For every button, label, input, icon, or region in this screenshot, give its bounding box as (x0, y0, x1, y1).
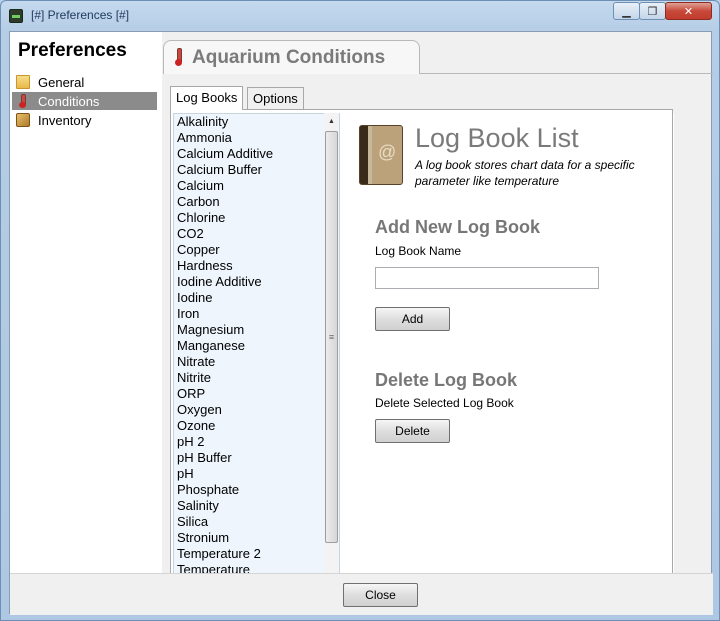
list-item[interactable]: Chlorine (174, 210, 339, 226)
section-header: Aquarium Conditions (163, 40, 420, 74)
delete-button[interactable]: Delete (375, 419, 450, 443)
sidebar-item-general[interactable]: General (12, 73, 157, 91)
list-item[interactable]: Calcium Buffer (174, 162, 339, 178)
list-item[interactable]: Calcium Additive (174, 146, 339, 162)
list-item[interactable]: Salinity (174, 498, 339, 514)
list-item[interactable]: Manganese (174, 338, 339, 354)
list-item[interactable]: Nitrite (174, 370, 339, 386)
list-item[interactable]: Nitrate (174, 354, 339, 370)
scroll-thumb[interactable]: ≡ (325, 131, 338, 543)
sidebar-item-conditions[interactable]: Conditions (12, 92, 157, 110)
list-item[interactable]: Magnesium (174, 322, 339, 338)
list-item[interactable]: Phosphate (174, 482, 339, 498)
panel-border (672, 109, 673, 573)
folder-icon (16, 75, 30, 89)
sidebar: Preferences General Conditions Inventory (10, 32, 162, 573)
list-item[interactable]: Temperature 2 (174, 546, 339, 562)
window-title: [#] Preferences [#] (31, 8, 130, 22)
logbook-list-items: Alkalinity Ammonia Calcium Additive Calcium… (174, 114, 339, 574)
list-item[interactable]: pH Buffer (174, 450, 339, 466)
list-item[interactable]: Iodine (174, 290, 339, 306)
footer: Close (10, 573, 713, 615)
list-item[interactable]: Stronium (174, 530, 339, 546)
maximize-button[interactable]: ❐ (639, 2, 666, 20)
delete-logbook-heading: Delete Log Book (375, 370, 518, 390)
title-bar[interactable]: [#] Preferences [#] ▁ ❐ ✕ (1, 1, 719, 31)
info-description: A log book stores chart data for a speci… (415, 158, 635, 188)
list-item[interactable]: Ozone (174, 418, 339, 434)
list-item[interactable]: Copper (174, 242, 339, 258)
thermometer-icon (16, 94, 30, 108)
list-item[interactable]: Hardness (174, 258, 339, 274)
tab-options[interactable]: Options (247, 87, 304, 109)
list-item[interactable]: ORP (174, 386, 339, 402)
delete-logbook-label: Delete Selected Log Book (375, 396, 514, 410)
logbook-name-label: Log Book Name (375, 244, 462, 258)
tab-log-books[interactable]: Log Books (170, 86, 244, 110)
list-item[interactable]: pH (174, 466, 339, 482)
scroll-up-arrow-icon[interactable]: ▲ (324, 113, 339, 129)
page-title: Aquarium Conditions (192, 47, 386, 68)
close-button[interactable]: Close (343, 583, 418, 607)
list-item[interactable]: Carbon (174, 194, 339, 210)
address-book-icon (359, 125, 403, 185)
list-item[interactable]: Ammonia (174, 130, 339, 146)
list-item[interactable]: pH 2 (174, 434, 339, 450)
sidebar-item-inventory[interactable]: Inventory (12, 111, 157, 129)
logbook-info-panel: Log Book List A log book stores chart da… (345, 113, 674, 574)
close-window-button[interactable]: ✕ (665, 2, 712, 20)
sidebar-item-label: Conditions (38, 93, 100, 109)
box-icon (16, 113, 30, 127)
app-icon (9, 9, 23, 23)
thermometer-icon (174, 48, 184, 66)
header-divider (419, 73, 713, 74)
list-item[interactable]: Calcium (174, 178, 339, 194)
list-item[interactable]: Silica (174, 514, 339, 530)
preferences-window: [#] Preferences [#] ▁ ❐ ✕ Preferences Ge… (0, 0, 720, 621)
logbook-name-input[interactable] (375, 267, 599, 289)
tab-content: Alkalinity Ammonia Calcium Additive Calcium… (170, 109, 674, 574)
add-button[interactable]: Add (375, 307, 450, 331)
add-logbook-heading: Add New Log Book (375, 217, 540, 237)
info-title: Log Book List (415, 123, 579, 153)
list-item[interactable]: Alkalinity (174, 114, 339, 130)
logbook-list[interactable]: Alkalinity Ammonia Calcium Additive Calcium… (173, 113, 340, 574)
list-item[interactable]: Iron (174, 306, 339, 322)
client-area: Preferences General Conditions Inventory… (9, 31, 713, 615)
list-scrollbar[interactable]: ▲ ≡ (324, 113, 339, 574)
minimize-button[interactable]: ▁ (613, 2, 640, 20)
sidebar-item-label: General (38, 74, 85, 90)
sidebar-item-label: Inventory (38, 112, 92, 128)
sidebar-heading: Preferences (18, 40, 127, 61)
list-item[interactable]: Oxygen (174, 402, 339, 418)
list-item[interactable]: CO2 (174, 226, 339, 242)
list-item[interactable]: Iodine Additive (174, 274, 339, 290)
